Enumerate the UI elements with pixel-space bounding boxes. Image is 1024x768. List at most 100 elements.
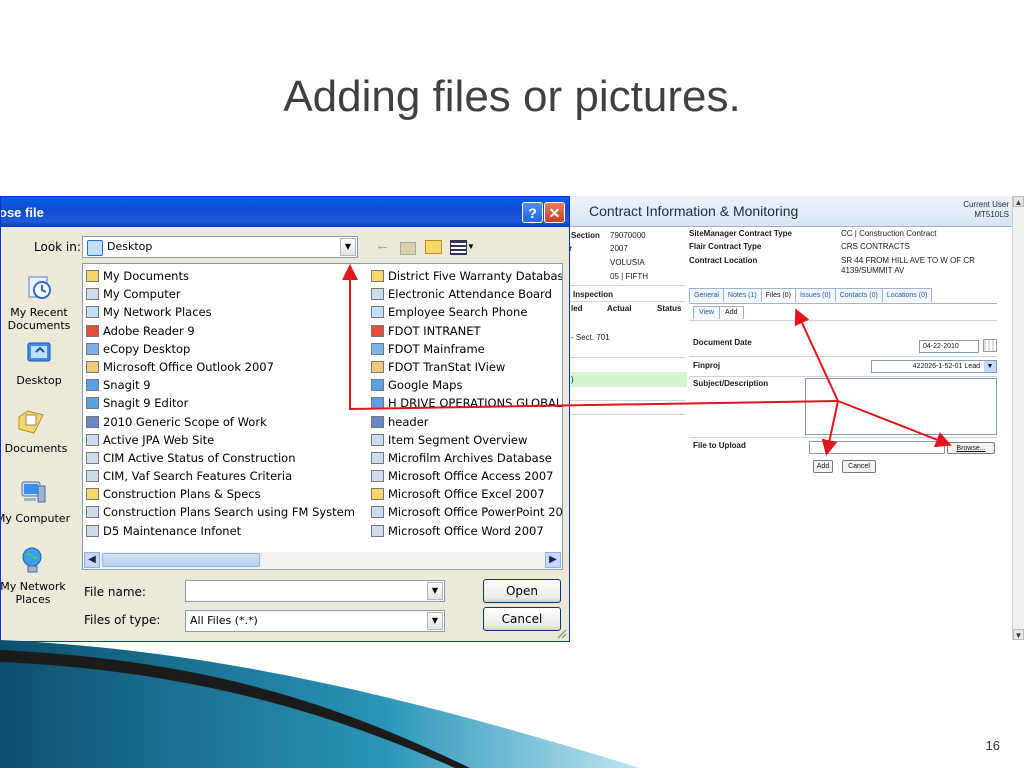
tab-files[interactable]: Files (0) [760, 288, 796, 302]
file-upload-label: File to Upload [693, 441, 746, 450]
file-item[interactable]: My Documents [85, 267, 365, 285]
place-recent-documents[interactable]: My Recent Documents [1, 271, 77, 332]
resize-grip-icon[interactable] [555, 627, 567, 639]
new-folder-icon[interactable] [425, 240, 442, 254]
file-item[interactable]: Microsoft Office Excel 2007 [370, 485, 562, 503]
file-item[interactable]: Construction Plans Search using FM Syste… [85, 503, 365, 521]
subtab-add[interactable]: Add [719, 306, 744, 319]
place-my-computer[interactable]: My Computer [1, 477, 71, 525]
file-item-label: District Five Warranty Database [388, 269, 563, 283]
place-desktop[interactable]: Desktop [1, 339, 77, 387]
file-item[interactable]: Adobe Reader 9 [85, 322, 365, 340]
file-item[interactable]: Snagit 9 Editor [85, 394, 365, 412]
scroll-left-icon[interactable]: ◀ [84, 552, 100, 568]
close-icon[interactable]: ✕ [544, 202, 565, 223]
file-name-input[interactable]: ▼ [185, 580, 445, 602]
file-item[interactable]: D5 Maintenance Infonet [85, 522, 365, 540]
finproj-label: Finproj [693, 361, 721, 370]
file-item[interactable]: Construction Plans & Specs [85, 485, 365, 503]
help-icon[interactable]: ? [522, 202, 543, 223]
subtab-view[interactable]: View [693, 306, 721, 319]
file-name-label: File name: [84, 585, 146, 599]
view-menu-icon[interactable] [450, 240, 467, 255]
file-item[interactable]: H DRIVE OPERATIONS GLOBAL [370, 394, 562, 412]
add-button[interactable]: Add [813, 460, 833, 473]
up-folder-icon[interactable] [400, 242, 416, 255]
inspection-heading: Inspection [573, 290, 614, 299]
finproj-select[interactable]: 422026-1-52-01 Lead ▼ [871, 360, 997, 373]
my-documents-icon [18, 410, 44, 434]
chevron-down-icon[interactable]: ▼ [340, 238, 356, 256]
cancel-button[interactable]: Cancel [842, 460, 876, 473]
browse-button[interactable]: Browse... [947, 442, 995, 454]
cancel-button[interactable]: Cancel [483, 607, 561, 631]
chevron-down-icon[interactable]: ▼ [427, 582, 443, 600]
chevron-down-icon[interactable]: ▼ [427, 612, 443, 630]
file-item-label: My Documents [103, 269, 189, 283]
shortcut-icon [86, 324, 99, 337]
file-item[interactable]: Microsoft Office Word 2007 [370, 522, 562, 540]
file-item[interactable]: Microsoft Office PowerPoint 2007 [370, 503, 562, 521]
tab-general[interactable]: General [689, 288, 724, 302]
field-label: Contract Location [689, 256, 758, 265]
place-label: Desktop [16, 374, 62, 387]
file-item[interactable]: Snagit 9 [85, 376, 365, 394]
current-user: Current User MT510LS [963, 200, 1009, 220]
file-item[interactable]: Microsoft Office Access 2007 [370, 467, 562, 485]
file-item[interactable]: Microsoft Office Outlook 2007 [85, 358, 365, 376]
file-list[interactable]: My Documents My Computer My Network Places… [82, 263, 563, 570]
file-item[interactable]: FDOT Mainframe [370, 340, 562, 358]
file-item-label: Microsoft Office Outlook 2007 [103, 359, 274, 374]
document-date-input[interactable]: 04-22-2010 [919, 340, 979, 353]
file-item[interactable]: header [370, 413, 562, 431]
place-network[interactable]: My Network Places [1, 545, 71, 606]
look-in-select[interactable]: Desktop ▼ [82, 236, 358, 258]
inspection-row[interactable]: - Sect. 701 [571, 333, 610, 342]
desktop-icon [87, 240, 103, 256]
file-item[interactable]: FDOT TranStat IView [370, 358, 562, 376]
file-item[interactable]: District Five Warranty Database [370, 267, 563, 285]
file-item[interactable]: CIM Active Status of Construction [85, 449, 365, 467]
place-my-documents[interactable]: y Documents [1, 407, 69, 455]
file-item[interactable]: My Computer [85, 285, 365, 303]
horizontal-scrollbar[interactable]: ◀ ▶ [84, 552, 561, 568]
file-path-input[interactable] [809, 441, 945, 454]
chevron-down-icon[interactable]: ▼ [467, 242, 475, 251]
shortcut-icon [86, 288, 99, 301]
file-item[interactable]: Item Segment Overview [370, 431, 562, 449]
file-item[interactable]: Microfilm Archives Database [370, 449, 562, 467]
field-label: SiteManager Contract Type [689, 229, 792, 238]
files-of-type-select[interactable]: All Files (*.*) ▼ [185, 610, 445, 632]
tab-locations[interactable]: Locations (0) [881, 288, 933, 302]
scroll-down-icon[interactable]: ▼ [1013, 629, 1024, 640]
file-item[interactable]: Google Maps [370, 376, 562, 394]
subject-label: Subject/Description [693, 379, 769, 388]
file-item[interactable]: Electronic Attendance Board [370, 285, 562, 303]
shortcut-icon [371, 470, 384, 483]
vertical-scrollbar[interactable]: ▲ ▼ [1012, 196, 1024, 640]
calendar-icon[interactable] [983, 339, 997, 352]
tab-notes[interactable]: Notes (1) [722, 288, 762, 302]
shortcut-icon [86, 360, 99, 373]
chevron-down-icon[interactable]: ▼ [984, 361, 996, 372]
file-item[interactable]: FDOT INTRANET [370, 322, 562, 340]
file-item[interactable]: 2010 Generic Scope of Work [85, 413, 365, 431]
dialog-titlebar[interactable]: ose file ? ✕ [1, 197, 569, 227]
file-item[interactable]: My Network Places [85, 303, 365, 321]
file-item[interactable]: Active JPA Web Site [85, 431, 365, 449]
tab-issues[interactable]: Issues (0) [794, 288, 836, 302]
scroll-right-icon[interactable]: ▶ [545, 552, 561, 568]
file-item[interactable]: eCopy Desktop [85, 340, 365, 358]
subject-textarea[interactable] [805, 378, 997, 435]
scroll-up-icon[interactable]: ▲ [1013, 196, 1024, 207]
back-arrow-icon[interactable]: ← [375, 237, 390, 254]
highlighted-row-text: ) [571, 375, 574, 384]
shortcut-icon [371, 488, 384, 501]
highlighted-row[interactable] [567, 372, 687, 387]
file-item[interactable]: Employee Search Phone [370, 303, 562, 321]
scroll-thumb[interactable] [102, 553, 260, 567]
tab-contacts[interactable]: Contacts (0) [834, 288, 883, 302]
open-button[interactable]: Open [483, 579, 561, 603]
file-item[interactable]: CIM, Vaf Search Features Criteria [85, 467, 365, 485]
current-user-label: Current User [963, 200, 1009, 209]
